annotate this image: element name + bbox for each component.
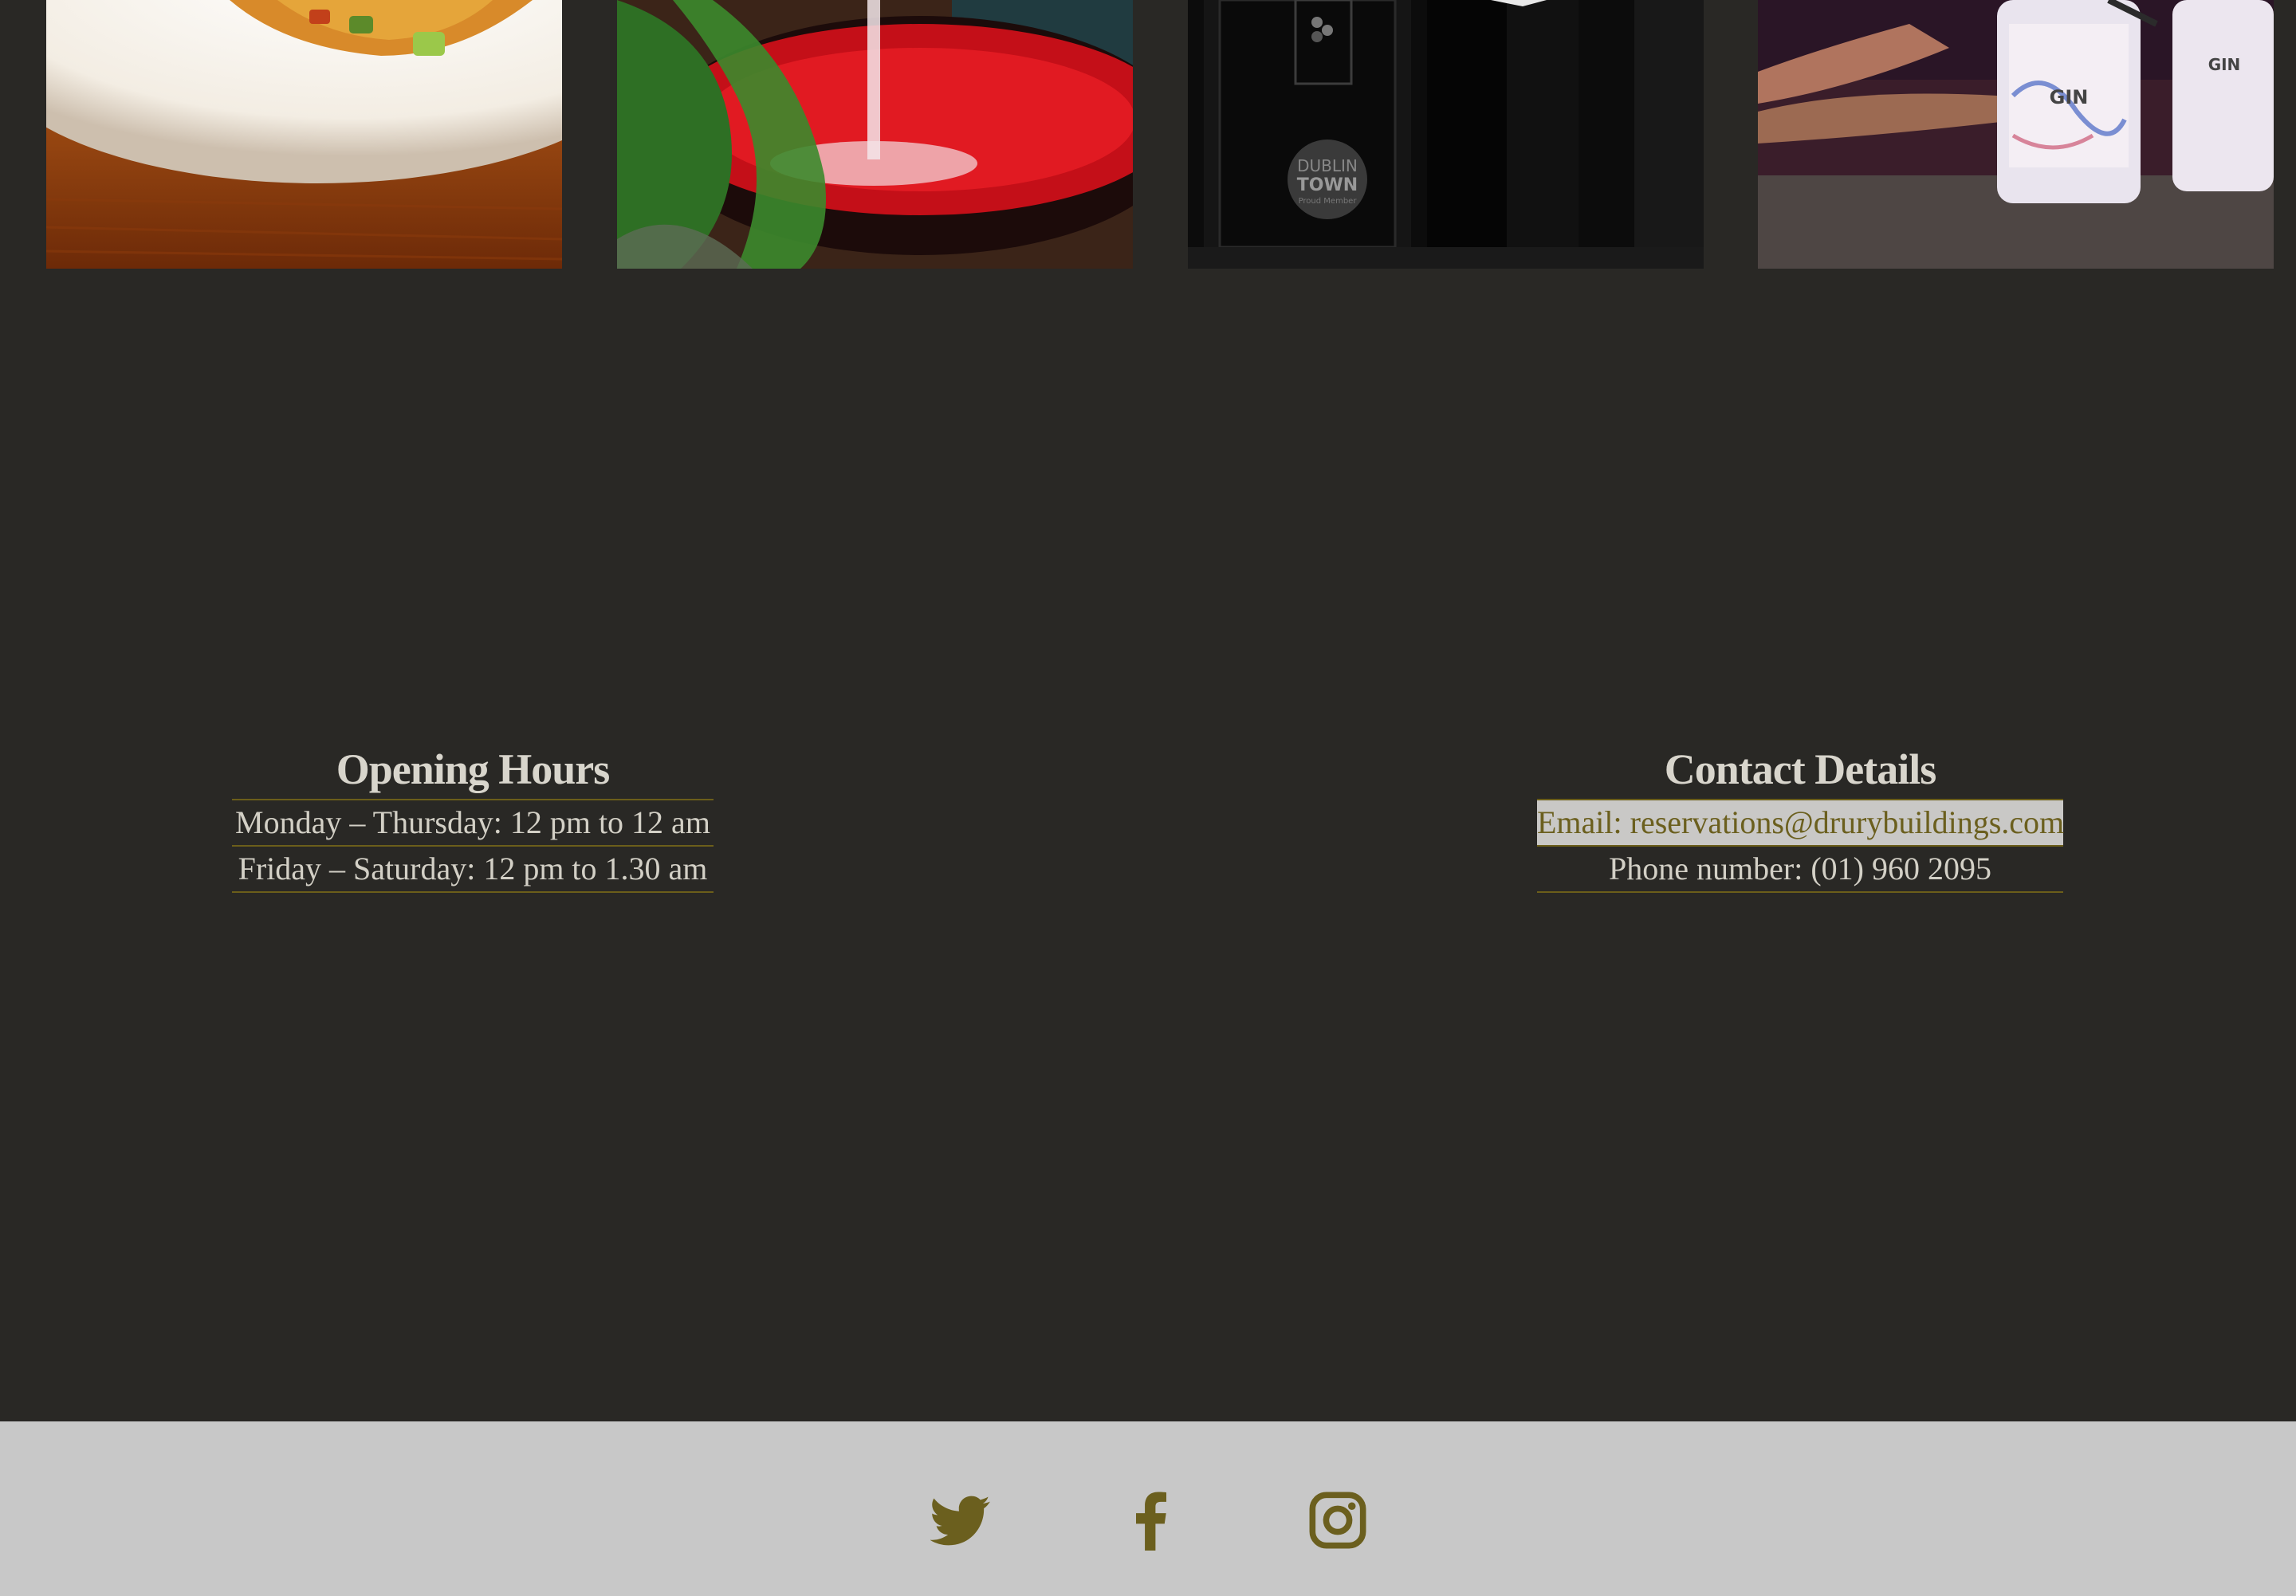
gallery-image-gin[interactable]: GIN GIN: [1758, 0, 2274, 269]
wine-glass-photo: [617, 0, 1133, 269]
sticker-town-text: TOWN: [1297, 175, 1358, 195]
facebook-icon: [1136, 1492, 1166, 1551]
twitter-icon: [930, 1496, 990, 1546]
facebook-link[interactable]: [1121, 1490, 1181, 1551]
gallery-image-wine[interactable]: [617, 0, 1133, 269]
contact-details-section: Contact Details Email: reservations@drur…: [1537, 740, 2064, 893]
sticker-member-text: Proud Member: [1299, 197, 1358, 206]
photo-gallery: DUBLIN TOWN Proud Member GIN GIN: [0, 0, 2296, 269]
opening-hours-title: Opening Hours: [336, 745, 611, 793]
twitter-link[interactable]: [930, 1490, 991, 1551]
hours-weekday-line: Monday – Thursday: 12 pm to 12 am: [232, 799, 714, 845]
doorway-photo: DUBLIN TOWN Proud Member: [1188, 0, 1704, 269]
gin-bottles-photo: GIN GIN: [1758, 0, 2274, 269]
gallery-image-doorway[interactable]: DUBLIN TOWN Proud Member: [1188, 0, 1704, 269]
footer: [0, 1421, 2296, 1596]
instagram-link[interactable]: [1307, 1490, 1368, 1551]
gin-label-text: GIN: [2050, 86, 2089, 108]
gin-label-text-2: GIN: [2208, 55, 2241, 74]
hours-weekend-line: Friday – Saturday: 12 pm to 1.30 am: [232, 845, 714, 893]
instagram-icon: [1309, 1492, 1366, 1549]
sticker-dublin-text: DUBLIN: [1297, 156, 1358, 175]
contact-details-title: Contact Details: [1664, 745, 1936, 793]
gallery-image-food[interactable]: [46, 0, 562, 269]
food-plate-photo: [46, 0, 562, 269]
phone-number[interactable]: Phone number: (01) 960 2095: [1537, 845, 2063, 893]
email-link[interactable]: Email: reservations@drurybuildings.com: [1537, 799, 2064, 845]
opening-hours-section: Opening Hours Monday – Thursday: 12 pm t…: [232, 740, 714, 893]
